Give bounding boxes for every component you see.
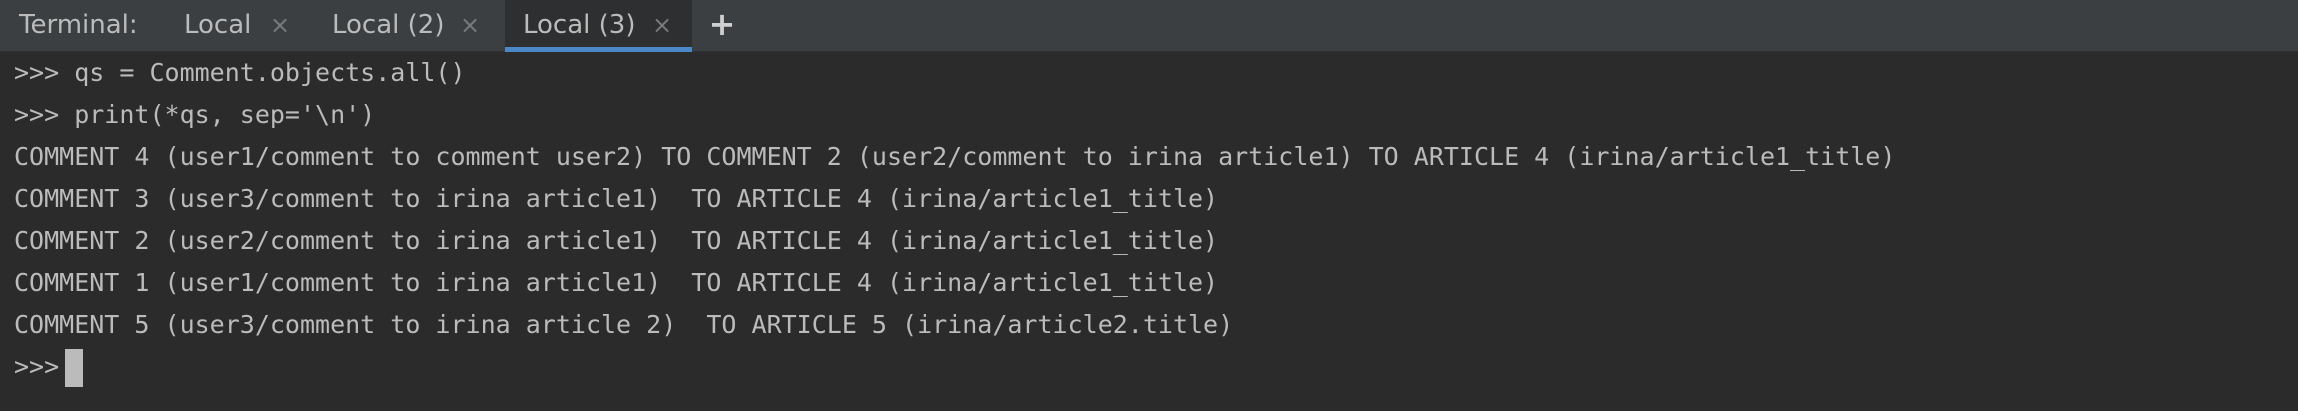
console-line: COMMENT 1 (user1/comment to irina articl…	[14, 268, 1219, 297]
terminal-window: Terminal: Local × Local (2) × Local (3) …	[0, 0, 2298, 411]
prompt: >>>	[14, 352, 60, 381]
prompt-line[interactable]: >>>	[14, 346, 84, 388]
console-line: COMMENT 3 (user3/comment to irina articl…	[14, 184, 1219, 213]
terminal-tab-bar: Terminal: Local × Local (2) × Local (3) …	[0, 0, 2298, 52]
tab-title: Local (2)	[332, 10, 445, 40]
tab-local-2[interactable]: Local (2) ×	[314, 0, 500, 52]
text-cursor	[65, 349, 84, 387]
terminal-output[interactable]: >>> qs = Comment.objects.all() >>> print…	[0, 52, 2298, 411]
close-icon[interactable]: ×	[270, 9, 290, 41]
close-icon[interactable]: ×	[460, 9, 480, 41]
tab-title: Local (3)	[523, 10, 636, 40]
tab-local[interactable]: Local ×	[166, 0, 310, 52]
close-icon[interactable]: ×	[652, 9, 672, 41]
tab-local-3[interactable]: Local (3) ×	[505, 0, 692, 52]
console-line: COMMENT 5 (user3/comment to irina articl…	[14, 310, 1234, 339]
tab-title: Local	[184, 10, 252, 40]
console-line: COMMENT 2 (user2/comment to irina articl…	[14, 226, 1219, 255]
console-line: >>> qs = Comment.objects.all()	[14, 58, 466, 87]
terminal-label: Terminal:	[19, 10, 138, 40]
add-tab-icon[interactable]: +	[707, 7, 737, 41]
console-line: COMMENT 4 (user1/comment to comment user…	[14, 142, 1896, 171]
console-line: >>> print(*qs, sep='\n')	[14, 100, 376, 129]
